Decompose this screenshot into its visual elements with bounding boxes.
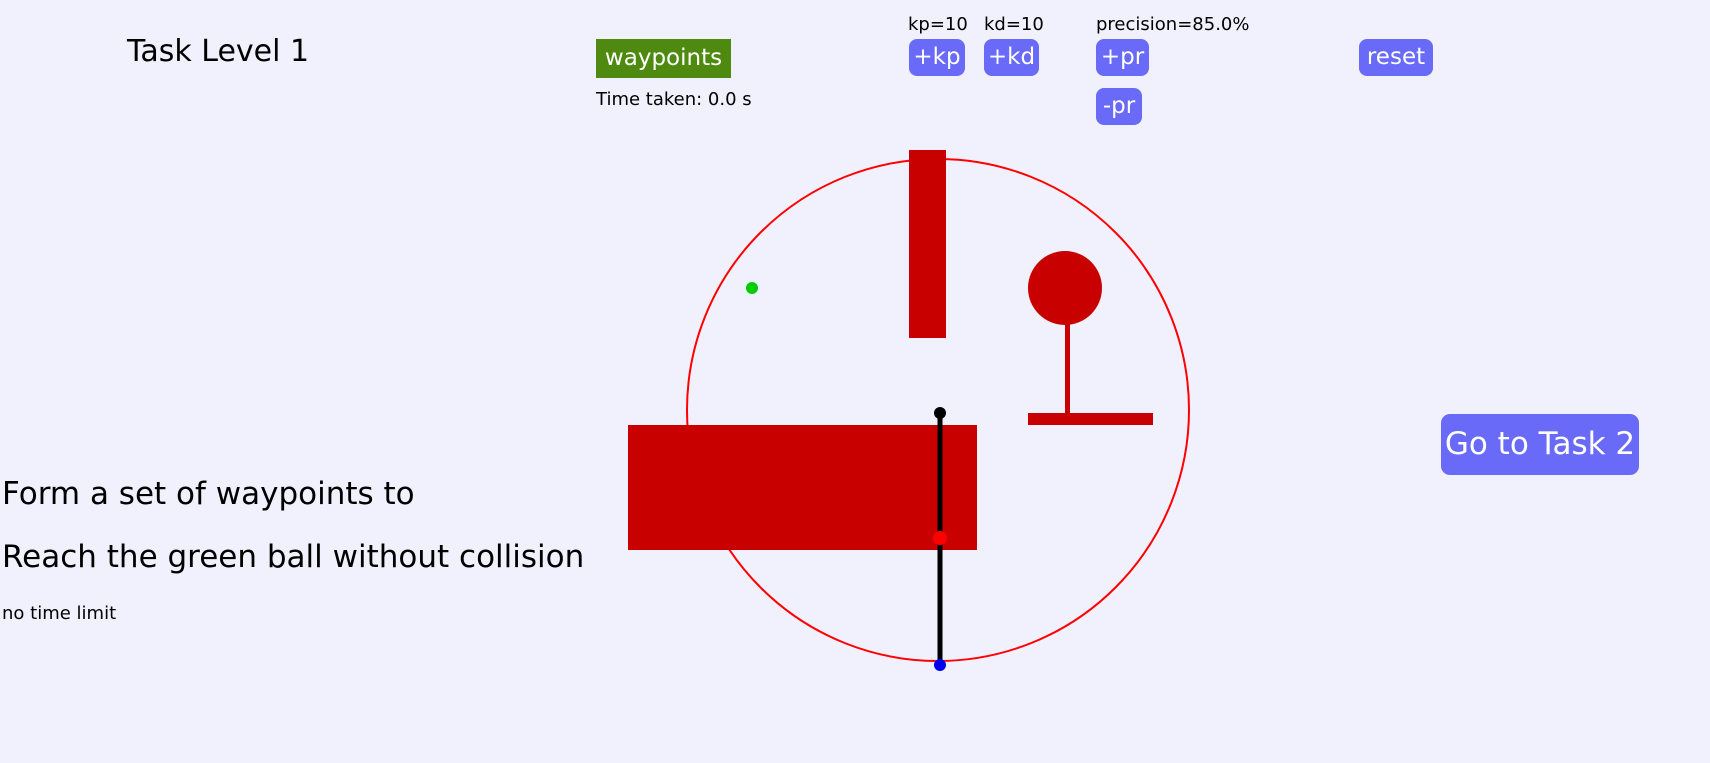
game-arena[interactable] [0,0,1710,763]
goal-ball [746,282,758,294]
obstacle-base-plate [1028,413,1153,425]
obstacle-ball [1028,251,1102,325]
arm-base-joint [934,659,946,671]
obstacle-large-block [628,425,977,550]
obstacle-vertical-bar [909,150,946,338]
arm-mid-joint [933,531,947,545]
arm-tip-joint [934,407,946,419]
obstacle-pole [1065,320,1070,415]
